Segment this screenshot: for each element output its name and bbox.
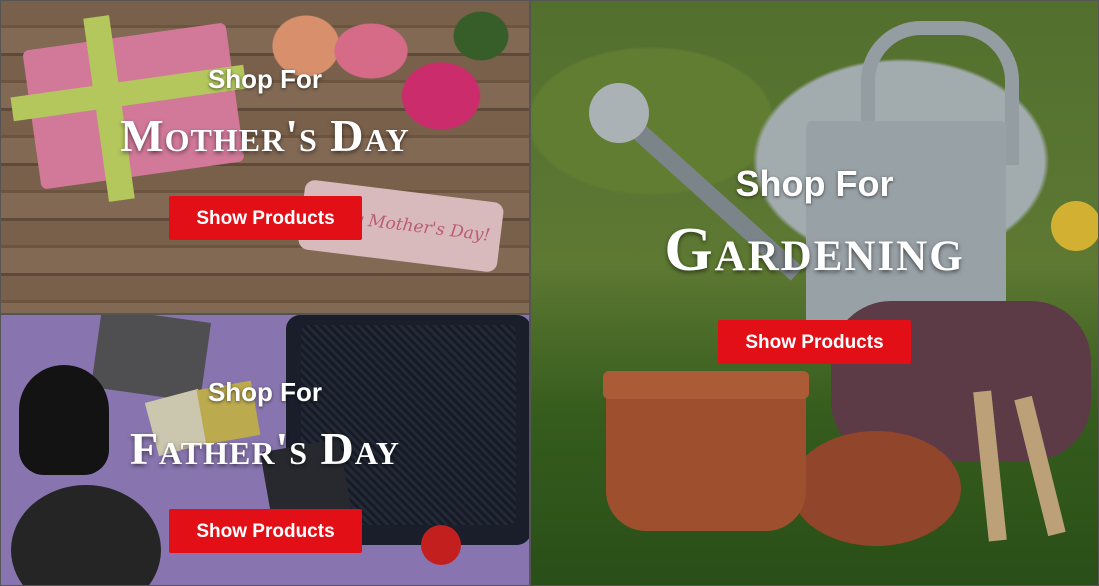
mothers-day-tile[interactable]: y Mother's Day! Shop For Mother's Day Sh…: [0, 0, 530, 314]
fathers-day-show-products-button[interactable]: Show Products: [169, 509, 362, 553]
gardening-tile[interactable]: Shop For Gardening Show Products: [530, 0, 1099, 586]
gardening-show-products-button[interactable]: Show Products: [718, 320, 911, 364]
fathers-day-tile[interactable]: Shop For Father's Day Show Products: [0, 314, 530, 586]
mothers-day-shop-for: Shop For: [207, 64, 323, 94]
gardening-title: Gardening: [664, 216, 965, 284]
mothers-day-title: Mother's Day: [120, 110, 410, 161]
gardening-shop-for: Shop For: [735, 163, 894, 204]
category-grid: y Mother's Day! Shop For Mother's Day Sh…: [0, 0, 1099, 586]
fathers-day-title: Father's Day: [129, 423, 401, 474]
mothers-day-show-products-button[interactable]: Show Products: [169, 196, 362, 240]
fathers-day-shop-for: Shop For: [207, 377, 323, 407]
tile-overlay: [531, 1, 1098, 585]
